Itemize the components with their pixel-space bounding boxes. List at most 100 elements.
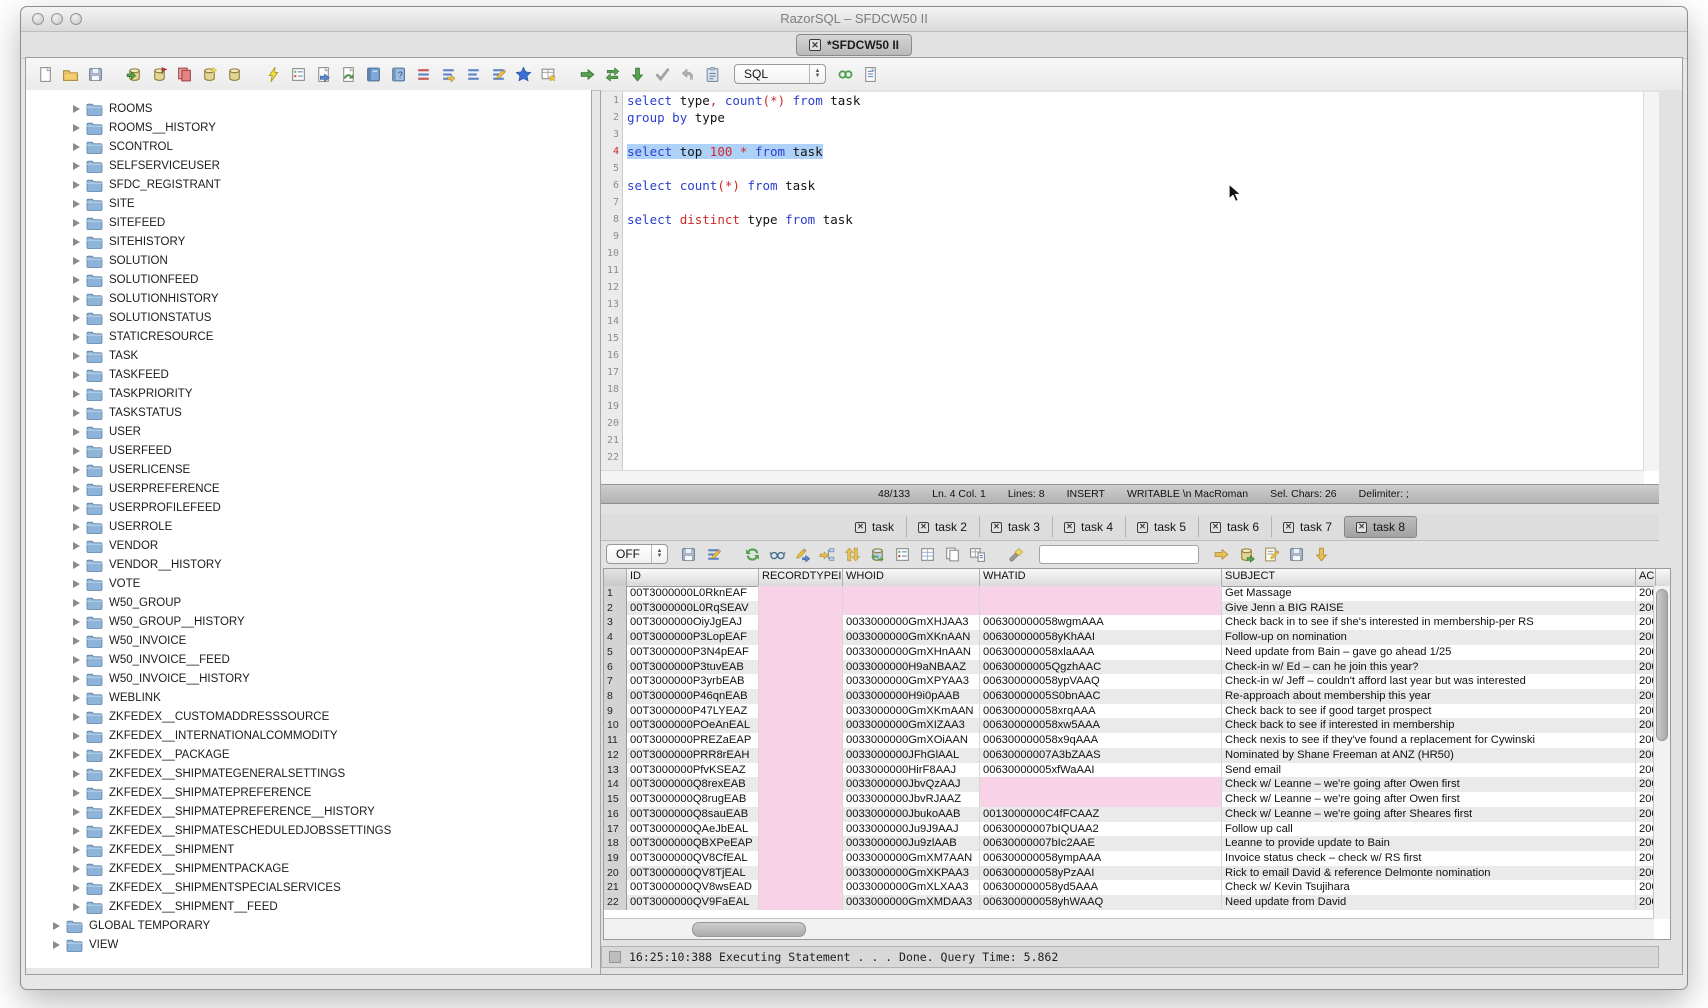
edit-generate-sql-button[interactable]	[1260, 543, 1283, 566]
close-tab-icon[interactable]: ✕	[809, 39, 821, 51]
cell-subject[interactable]: Check w/ Leanne – we're going after Owen…	[1222, 792, 1636, 807]
table-row[interactable]: 1900T3000000QV8CfEAL0033000000GmXM7AAN00…	[604, 851, 1654, 866]
commit-button[interactable]	[651, 63, 674, 86]
editor-vertical-scrollbar[interactable]	[1643, 92, 1659, 471]
table-row[interactable]: 600T3000000P3tuvEAB0033000000H9aNBAAZ006…	[604, 660, 1654, 675]
sidebar-item-solutionhistory[interactable]: SOLUTIONHISTORY	[26, 289, 591, 308]
code-line[interactable]	[627, 313, 1643, 330]
cell-ac[interactable]: 200	[1636, 822, 1654, 837]
table-row[interactable]: 200T3000000L0RqSEAVGive Jenn a BIG RAISE…	[604, 601, 1654, 616]
cell-id[interactable]: 00T3000000QV8wsEAD	[627, 880, 759, 895]
code-line[interactable]	[627, 432, 1643, 449]
cell-recordtypeid[interactable]	[759, 601, 843, 616]
cell-whoid[interactable]	[843, 586, 980, 601]
disclosure-triangle-icon[interactable]	[73, 770, 80, 778]
cell-recordtypeid[interactable]	[759, 836, 843, 851]
table-row[interactable]: 100T3000000L0RknEAFGet Massage200	[604, 586, 1654, 601]
result-tab-task-6[interactable]: ✕task 6	[1198, 516, 1271, 538]
sidebar-item-vendor-history[interactable]: VENDOR__HISTORY	[26, 555, 591, 574]
cell-whoid[interactable]: 0033000000GmXLXAA3	[843, 880, 980, 895]
sidebar-item-site[interactable]: SITE	[26, 194, 591, 213]
code-line[interactable]: select count(*) from task	[627, 177, 1643, 194]
cell-ac[interactable]: 200	[1636, 645, 1654, 660]
table-row[interactable]: 900T3000000P47LYEAZ0033000000GmXKmAAN006…	[604, 704, 1654, 719]
close-tab-icon[interactable]: ✕	[855, 522, 866, 533]
cell-whatid[interactable]	[980, 601, 1222, 616]
cell-id[interactable]: 00T3000000POeAnEAL	[627, 718, 759, 733]
sidebar-item-solution[interactable]: SOLUTION	[26, 251, 591, 270]
sidebar-item-staticresource[interactable]: STATICRESOURCE	[26, 327, 591, 346]
code-line[interactable]	[627, 364, 1643, 381]
download-more-button[interactable]	[1310, 543, 1333, 566]
disclosure-triangle-icon[interactable]	[73, 523, 80, 531]
cell-id[interactable]: 00T3000000L0RknEAF	[627, 586, 759, 601]
table-horizontal-scrollbar-thumb[interactable]	[692, 922, 806, 937]
disclosure-triangle-icon[interactable]	[73, 276, 80, 284]
result-tab-task-5[interactable]: ✕task 5	[1125, 516, 1198, 538]
disclosure-triangle-icon[interactable]	[73, 561, 80, 569]
go-to-button[interactable]	[1210, 543, 1233, 566]
cell-subject[interactable]: Follow-up on nomination	[1222, 630, 1636, 645]
sidebar-item-vote[interactable]: VOTE	[26, 574, 591, 593]
cell-whoid[interactable]: 0033000000JbvRJAAZ	[843, 792, 980, 807]
describe-results-button[interactable]	[891, 543, 914, 566]
cell-id[interactable]: 00T3000000P46qnEAB	[627, 689, 759, 704]
sql-mode-select[interactable]: SQL ▲▼	[734, 64, 826, 84]
cell-id[interactable]: 00T3000000QV9FaEAL	[627, 895, 759, 910]
cell-id[interactable]: 00T3000000P3N4pEAF	[627, 645, 759, 660]
cell-recordtypeid[interactable]	[759, 866, 843, 881]
code-line[interactable]	[627, 279, 1643, 296]
disclosure-triangle-icon[interactable]	[73, 352, 80, 360]
table-row[interactable]: 500T3000000P3N4pEAF0033000000GmXHnAAN006…	[604, 645, 1654, 660]
copy-selection-button[interactable]	[941, 543, 964, 566]
disclosure-triangle-icon[interactable]	[73, 618, 80, 626]
table-favorites-button[interactable]	[537, 63, 560, 86]
cell-whoid[interactable]: 0033000000GmXKPAA3	[843, 866, 980, 881]
sidebar-item-userfeed[interactable]: USERFEED	[26, 441, 591, 460]
close-tab-icon[interactable]: ✕	[1064, 522, 1075, 533]
close-tab-icon[interactable]: ✕	[1356, 522, 1367, 533]
execute-statement-button[interactable]	[576, 63, 599, 86]
disclosure-triangle-icon[interactable]	[73, 143, 80, 151]
cell-recordtypeid[interactable]	[759, 660, 843, 675]
table-row[interactable]: 1500T3000000Q8rugEAB0033000000JbvRJAAZCh…	[604, 792, 1654, 807]
cell-whoid[interactable]: 0033000000Ju9zlAAB	[843, 836, 980, 851]
cell-subject[interactable]: Invoice status check – check w/ RS first	[1222, 851, 1636, 866]
align-sql-button[interactable]	[462, 63, 485, 86]
cell-id[interactable]: 00T3000000L0RqSEAV	[627, 601, 759, 616]
sidebar-item-taskfeed[interactable]: TASKFEED	[26, 365, 591, 384]
describe-table-button[interactable]	[287, 63, 310, 86]
disclosure-triangle-icon[interactable]	[73, 409, 80, 417]
cell-id[interactable]: 00T3000000QV8TjEAL	[627, 866, 759, 881]
disclosure-triangle-icon[interactable]	[73, 200, 80, 208]
edit-connections-button[interactable]	[834, 63, 857, 86]
close-tab-icon[interactable]: ✕	[1137, 522, 1148, 533]
column-header-ac[interactable]: AC	[1636, 569, 1656, 586]
sidebar-item-w50-invoice[interactable]: W50_INVOICE	[26, 631, 591, 650]
sort-results-button[interactable]	[841, 543, 864, 566]
cell-recordtypeid[interactable]	[759, 689, 843, 704]
result-tab-task-7[interactable]: ✕task 7	[1271, 516, 1344, 538]
cell-ac[interactable]: 200	[1636, 836, 1654, 851]
cell-whoid[interactable]: 0033000000H9i0pAAB	[843, 689, 980, 704]
cell-id[interactable]: 00T3000000OiyJgEAJ	[627, 615, 759, 630]
table-row[interactable]: 400T3000000P3LopEAF0033000000GmXKnAAN006…	[604, 630, 1654, 645]
row-number-header[interactable]	[604, 569, 627, 586]
zoom-window-button[interactable]	[70, 13, 82, 25]
sidebar-item-zkfedex-shipmatepreference[interactable]: ZKFEDEX__SHIPMATEPREFERENCE	[26, 783, 591, 802]
table-row[interactable]: 800T3000000P46qnEAB0033000000H9i0pAAB006…	[604, 689, 1654, 704]
disclosure-triangle-icon[interactable]	[73, 390, 80, 398]
table-row[interactable]: 700T3000000P3yrbEAB0033000000GmXPYAA3006…	[604, 674, 1654, 689]
sidebar-item-userrole[interactable]: USERROLE	[26, 517, 591, 536]
view-row-button[interactable]	[766, 543, 789, 566]
cell-recordtypeid[interactable]	[759, 674, 843, 689]
cell-subject[interactable]: Re-approach about membership this year	[1222, 689, 1636, 704]
cell-whatid[interactable]: 006300000058xlaAAA	[980, 645, 1222, 660]
cell-whatid[interactable]: 006300000058yhWAAQ	[980, 895, 1222, 910]
cell-whatid[interactable]: 006300000058x9qAAA	[980, 733, 1222, 748]
editor-horizontal-scrollbar[interactable]	[601, 470, 1644, 484]
cell-id[interactable]: 00T3000000P3LopEAF	[627, 630, 759, 645]
cell-whoid[interactable]: 0033000000GmXM7AAN	[843, 851, 980, 866]
cell-whoid[interactable]: 0033000000H9aNBAAZ	[843, 660, 980, 675]
code-line[interactable]	[627, 398, 1643, 415]
